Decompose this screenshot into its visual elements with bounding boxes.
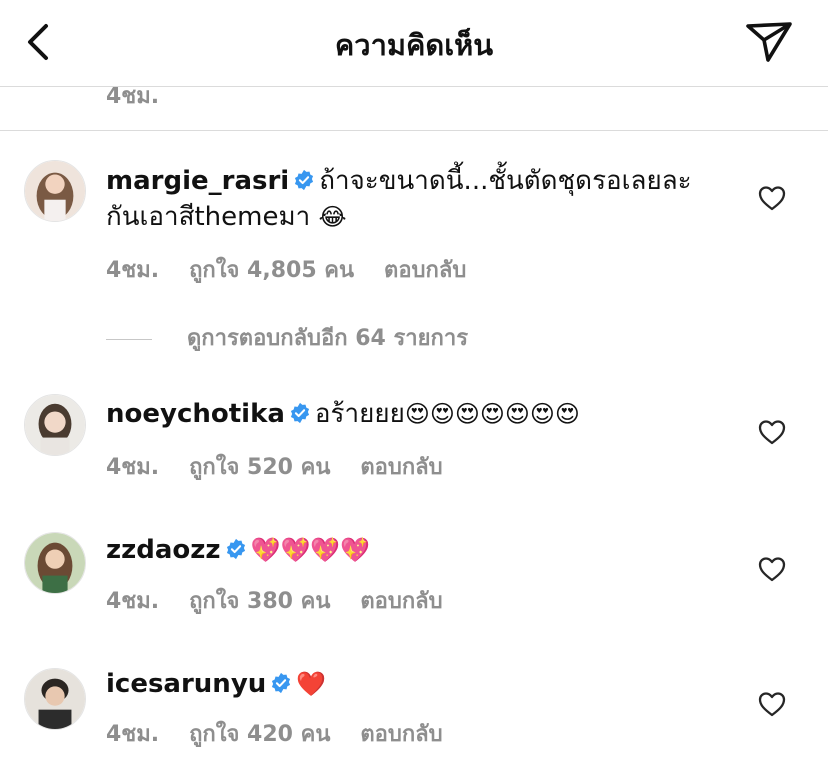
emoji-text: ❤️ <box>296 670 327 698</box>
emoji-text: 😂 <box>318 203 347 231</box>
comment-time: 4ชม. <box>106 722 160 747</box>
comment-text: icesarunyu ❤️ <box>106 666 706 702</box>
comment-text: zzdaozz 💖💖💖💖 <box>106 532 706 568</box>
username-link[interactable]: icesarunyu <box>106 669 266 699</box>
avatar[interactable] <box>24 668 86 730</box>
comment-meta: 4ชม. ถูกใจ 4,805 คน ตอบกลับ <box>106 252 496 287</box>
verified-badge-icon <box>290 402 309 424</box>
heart-icon[interactable] <box>758 419 786 445</box>
comment-time: 4ชม. <box>106 258 160 283</box>
avatar[interactable] <box>24 394 86 456</box>
comment-time: 4ชม. <box>106 455 160 480</box>
comment-meta: 4ชม. ถูกใจ 380 คน ตอบกลับ <box>106 583 473 618</box>
view-more-replies-button[interactable]: ดูการตอบกลับอีก 64 รายการ <box>106 320 469 351</box>
send-icon[interactable] <box>744 18 794 64</box>
like-count[interactable]: ถูกใจ 4,805 คน <box>189 258 354 283</box>
verified-badge-icon <box>272 672 291 694</box>
heart-icon[interactable] <box>758 556 786 582</box>
like-count[interactable]: ถูกใจ 420 คน <box>189 722 330 747</box>
reply-button[interactable]: ตอบกลับ <box>360 589 442 614</box>
avatar[interactable] <box>24 160 86 222</box>
emoji-text: 💖💖💖💖 <box>250 536 371 564</box>
comment-meta: 4ชม. ถูกใจ 420 คน ตอบกลับ <box>106 716 473 751</box>
avatar[interactable] <box>24 532 86 594</box>
username-link[interactable]: margie_rasri <box>106 166 289 196</box>
heart-icon[interactable] <box>758 185 786 211</box>
verified-badge-icon <box>295 169 314 191</box>
comment-body: ถ้าจะขนาดนี้...ชั้นตัดชุดรอเลยละ <box>319 166 692 196</box>
divider <box>0 130 828 131</box>
reply-button[interactable]: ตอบกลับ <box>360 722 442 747</box>
page-title: ความคิดเห็น <box>334 28 494 62</box>
comment-body: อร้ายยย <box>314 399 405 429</box>
comment-body-line2: กันเอาสีthemeมา <box>106 202 311 232</box>
reply-button[interactable]: ตอบกลับ <box>384 258 466 283</box>
comment-meta: 4ชม. ถูกใจ 520 คน ตอบกลับ <box>106 449 473 484</box>
comment-time: 4ชม. <box>106 589 160 614</box>
like-count[interactable]: ถูกใจ 520 คน <box>189 455 330 480</box>
comment-text: noeychotika อร้ายยย😍😍😍😍😍😍😍 <box>106 396 706 432</box>
heart-icon[interactable] <box>758 691 786 717</box>
username-link[interactable]: zzdaozz <box>106 535 221 565</box>
header-bar: ความคิดเห็น <box>0 0 828 87</box>
verified-badge-icon <box>226 538 245 560</box>
emoji-text: 😍😍😍😍😍😍😍 <box>404 400 580 428</box>
username-link[interactable]: noeychotika <box>106 399 285 429</box>
reply-button[interactable]: ตอบกลับ <box>360 455 442 480</box>
view-more-label: ดูการตอบกลับอีก 64 รายการ <box>187 326 469 351</box>
divider-line <box>106 338 152 340</box>
like-count[interactable]: ถูกใจ 380 คน <box>189 589 330 614</box>
comment-text: margie_rasri ถ้าจะขนาดนี้...ชั้นตัดชุดรอเ… <box>106 163 706 235</box>
